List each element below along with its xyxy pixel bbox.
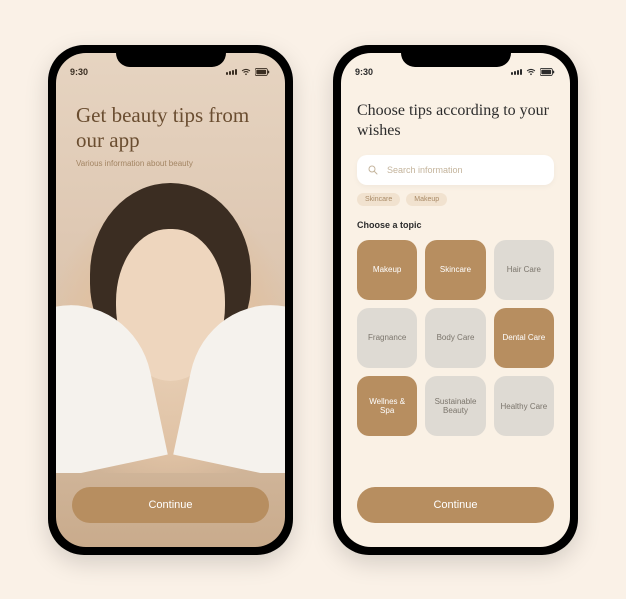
chip-makeup[interactable]: Makeup	[406, 193, 447, 206]
topic-body-care[interactable]: Body Care	[425, 308, 485, 368]
status-icons	[226, 68, 271, 76]
filter-chips: Skincare Makeup	[357, 193, 554, 206]
topic-healthy-care[interactable]: Healthy Care	[494, 376, 554, 436]
chip-skincare[interactable]: Skincare	[357, 193, 400, 206]
continue-button[interactable]: Continue	[357, 487, 554, 523]
topic-sustainable-beauty[interactable]: Sustainable Beauty	[425, 376, 485, 436]
phone-right: 9:30 Choose tips according to your wishe…	[333, 45, 578, 555]
search-icon	[367, 164, 379, 176]
phone-left: 9:30 Get beauty tips from our app Variou…	[48, 45, 293, 555]
screen-welcome: 9:30 Get beauty tips from our app Variou…	[56, 53, 285, 547]
status-time: 9:30	[70, 67, 88, 77]
hero-title: Get beauty tips from our app	[76, 103, 265, 153]
signal-icon	[226, 69, 237, 75]
wifi-icon	[241, 68, 251, 76]
status-time: 9:30	[355, 67, 373, 77]
signal-icon	[511, 69, 522, 75]
battery-icon	[540, 68, 556, 76]
topic-wellnes-spa[interactable]: Wellnes & Spa	[357, 376, 417, 436]
search-input[interactable]	[387, 165, 544, 175]
hero-footer: Continue	[56, 473, 285, 547]
screen-topics: 9:30 Choose tips according to your wishe…	[341, 53, 570, 547]
hero-subtitle: Various information about beauty	[76, 159, 265, 168]
topic-grid: Makeup Skincare Hair Care Fragnance Body…	[357, 240, 554, 437]
notch	[401, 45, 511, 67]
topic-dental-care[interactable]: Dental Care	[494, 308, 554, 368]
battery-icon	[255, 68, 271, 76]
topic-makeup[interactable]: Makeup	[357, 240, 417, 300]
wifi-icon	[526, 68, 536, 76]
search-box[interactable]	[357, 155, 554, 185]
status-icons	[511, 68, 556, 76]
section-label: Choose a topic	[357, 220, 554, 230]
hero-image	[56, 168, 285, 473]
topics-title: Choose tips according to your wishes	[357, 101, 554, 141]
topic-fragnance[interactable]: Fragnance	[357, 308, 417, 368]
topics-footer: Continue	[357, 473, 554, 547]
continue-button[interactable]: Continue	[72, 487, 269, 523]
topic-hair-care[interactable]: Hair Care	[494, 240, 554, 300]
notch	[116, 45, 226, 67]
topic-skincare[interactable]: Skincare	[425, 240, 485, 300]
